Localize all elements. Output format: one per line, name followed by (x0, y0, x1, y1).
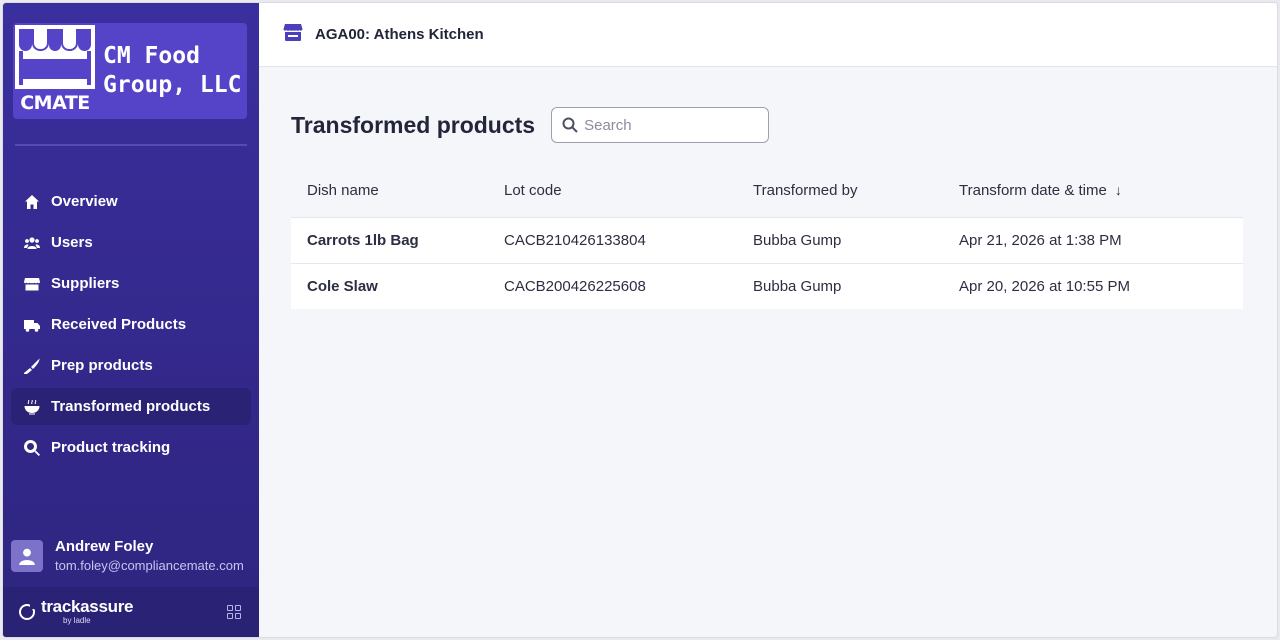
apps-grid-icon[interactable] (227, 605, 241, 619)
brand-byline: by ladle (63, 616, 91, 625)
column-header-label: Transform date & time (959, 182, 1107, 200)
sidebar-item-label: Product tracking (51, 439, 171, 456)
awning-icon (19, 29, 91, 51)
company-name-line2: Group, LLC (103, 72, 242, 98)
sidebar-divider (15, 144, 247, 146)
sidebar-item-prep-products[interactable]: Prep products (11, 347, 251, 384)
sidebar-item-label: Received Products (51, 316, 187, 333)
brand-logo: trackassure by ladle (41, 598, 133, 626)
transformed-products-table: Dish name Lot code Transformed by Transf… (291, 165, 1243, 309)
column-header-transform-date[interactable]: Transform date & time ↓ (943, 165, 1243, 217)
bowl-icon (23, 398, 41, 416)
cell-dish-name: Carrots 1lb Bag (291, 216, 488, 263)
truck-icon (23, 316, 41, 334)
store-icon (283, 22, 303, 47)
store-name[interactable]: AGA00: Athens Kitchen (315, 26, 484, 43)
user-name: Andrew Foley (55, 538, 154, 555)
trackassure-logo-icon (19, 603, 36, 620)
cell-transformed-by: Bubba Gump (737, 216, 943, 263)
sidebar-item-transformed-products[interactable]: Transformed products (11, 388, 251, 425)
cell-transform-date: Apr 21, 2026 at 1:38 PM (943, 216, 1243, 263)
knife-icon (23, 357, 41, 375)
sidebar-item-overview[interactable]: Overview (11, 183, 251, 220)
sidebar-item-suppliers[interactable]: Suppliers (11, 265, 251, 302)
sidebar-item-users[interactable]: Users (11, 224, 251, 261)
cell-dish-name: Cole Slaw (291, 262, 488, 309)
sort-desc-icon[interactable]: ↓ (1115, 182, 1122, 198)
sidebar-nav: Overview Users Suppliers Received Produc… (11, 183, 251, 470)
table-header-row: Dish name Lot code Transformed by Transf… (291, 165, 1243, 217)
company-name-line1: CM Food (103, 43, 200, 69)
sidebar-footer: trackassure by ladle (3, 587, 259, 637)
page-title: Transformed products (291, 111, 536, 138)
sidebar-item-label: Users (51, 234, 93, 251)
avatar (11, 540, 43, 572)
sidebar-item-label: Overview (51, 193, 118, 210)
cell-lot-code: CACB210426133804 (488, 216, 737, 263)
sidebar-item-label: Transformed products (51, 398, 211, 415)
home-icon (23, 193, 41, 211)
page-content: Transformed products Dish name Lot code … (259, 67, 1277, 309)
table-row[interactable]: Cole Slaw CACB200426225608 Bubba Gump Ap… (291, 262, 1243, 309)
search-input[interactable] (584, 116, 755, 134)
user-profile[interactable]: Andrew Foley tom.foley@compliancemate.co… (11, 537, 251, 575)
sidebar-item-label: Suppliers (51, 275, 120, 292)
user-icon (19, 548, 35, 565)
search-icon (562, 117, 578, 133)
main-area: AGA00: Athens Kitchen Transformed produc… (259, 3, 1277, 637)
top-bar: AGA00: Athens Kitchen (259, 3, 1277, 67)
table-row[interactable]: Carrots 1lb Bag CACB210426133804 Bubba G… (291, 216, 1243, 263)
sidebar-item-label: Prep products (51, 357, 153, 374)
column-header-lot-code[interactable]: Lot code (488, 165, 737, 217)
sidebar-item-received-products[interactable]: Received Products (11, 306, 251, 343)
sidebar: CMATE CM Food Group, LLC Overview Users … (3, 3, 259, 637)
search-icon (23, 439, 41, 457)
brand-name: trackassure (41, 597, 134, 616)
logo-mark-text: CMATE (15, 89, 95, 117)
sidebar-item-product-tracking[interactable]: Product tracking (11, 429, 251, 466)
cell-transformed-by: Bubba Gump (737, 262, 943, 309)
cell-transform-date: Apr 20, 2026 at 10:55 PM (943, 262, 1243, 309)
column-header-dish-name[interactable]: Dish name (291, 165, 488, 217)
app-window: CMATE CM Food Group, LLC Overview Users … (2, 2, 1278, 638)
search-box[interactable] (551, 107, 770, 143)
column-header-transformed-by[interactable]: Transformed by (737, 165, 943, 217)
company-logo[interactable]: CMATE CM Food Group, LLC (13, 23, 247, 119)
cell-lot-code: CACB200426225608 (488, 262, 737, 309)
user-email: tom.foley@compliancemate.com (55, 558, 244, 573)
users-icon (23, 234, 41, 252)
company-name: CM Food Group, LLC (103, 42, 241, 100)
store-icon (23, 275, 41, 293)
cmate-logo-mark: CMATE (15, 25, 95, 117)
